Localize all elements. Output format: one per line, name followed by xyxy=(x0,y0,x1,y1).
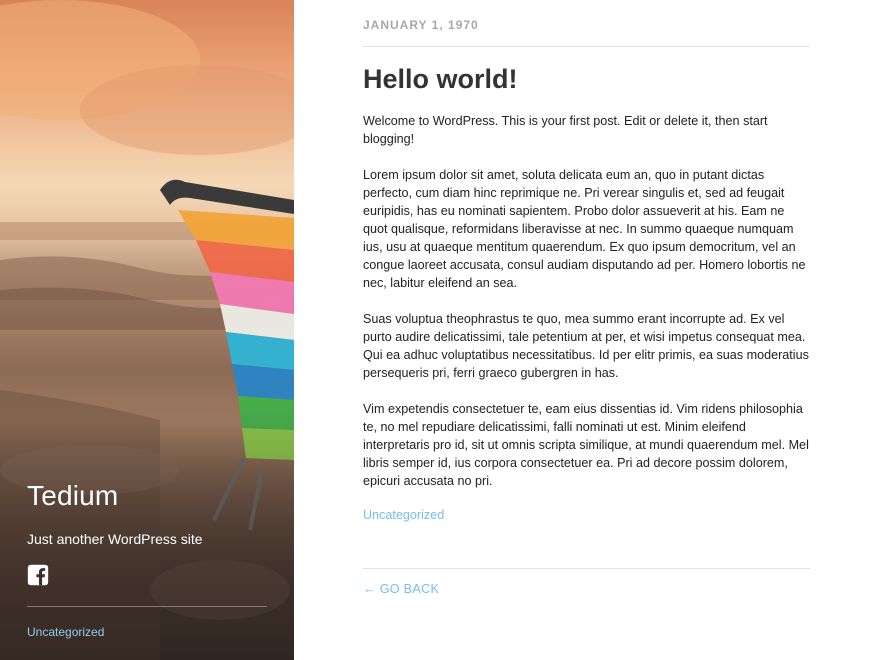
go-back-link[interactable]: ← GO BACK xyxy=(363,582,439,596)
post-date: JANUARY 1, 1970 xyxy=(363,18,479,32)
sidebar-category-link[interactable]: Uncategorized xyxy=(27,625,104,639)
post-paragraph: Welcome to WordPress. This is your first… xyxy=(363,114,768,146)
hero-overlay xyxy=(0,400,294,660)
post-title: Hello world! xyxy=(363,64,518,94)
facebook-icon[interactable] xyxy=(27,564,49,586)
post-paragraph: Suas voluptua theophrastus te quo, mea s… xyxy=(363,312,809,380)
site-title[interactable]: Tedium xyxy=(27,480,118,512)
post-paragraph: Vim expetendis consectetuer te, eam eius… xyxy=(363,402,809,488)
hero-panel: Tedium Just another WordPress site Uncat… xyxy=(0,0,294,660)
post-body: Welcome to WordPress. This is your first… xyxy=(363,112,810,508)
bottom-divider xyxy=(363,568,810,569)
post-category-link[interactable]: Uncategorized xyxy=(363,508,444,522)
post-paragraph: Lorem ipsum dolor sit amet, soluta delic… xyxy=(363,168,806,290)
date-divider xyxy=(363,46,810,47)
sidebar-divider xyxy=(27,606,267,607)
site-tagline: Just another WordPress site xyxy=(27,531,203,547)
